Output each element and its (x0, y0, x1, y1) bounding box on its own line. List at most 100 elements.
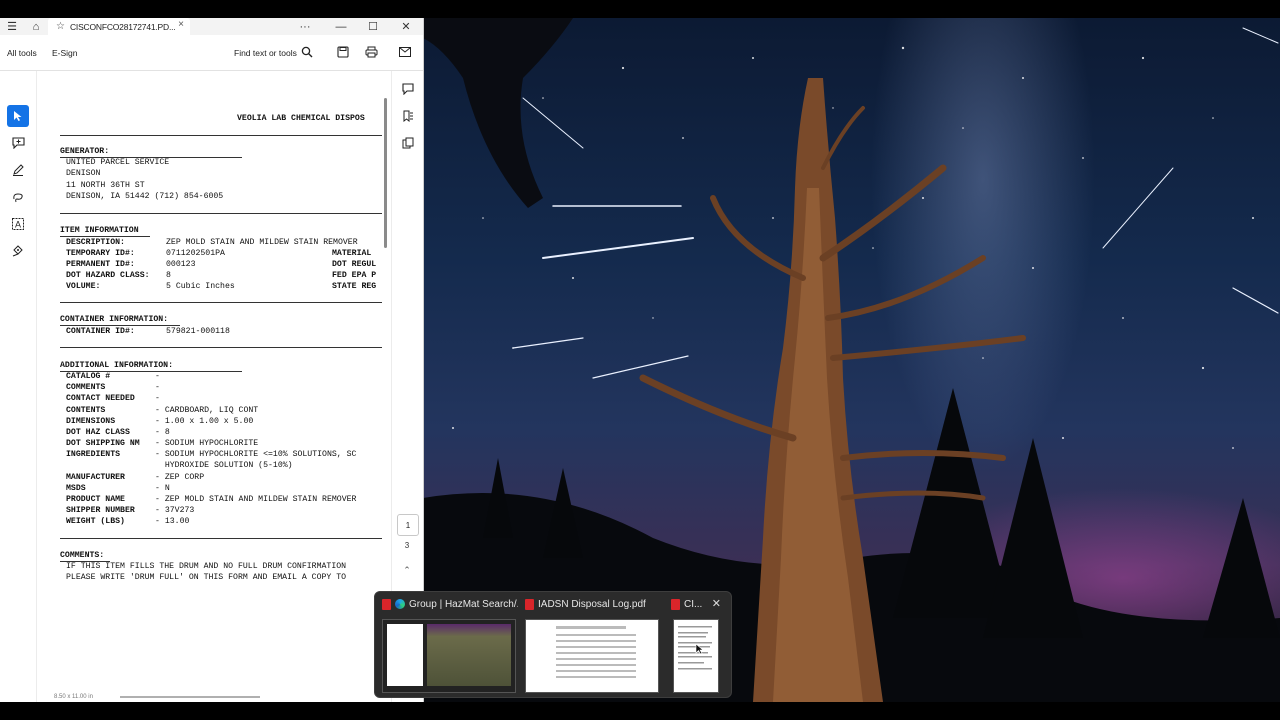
search-icon[interactable] (298, 43, 316, 61)
close-window-icon[interactable]: ✕ (395, 18, 417, 35)
main-toolbar: All tools E-Sign Find text or tools (0, 35, 423, 71)
item-heading: ITEM INFORMATION (60, 226, 139, 235)
item-value: 000123 (166, 260, 196, 269)
page-size-label: 8.50 x 11.00 in (54, 694, 93, 700)
left-tool-rail: A (0, 71, 37, 702)
generator-line: UNITED PARCEL SERVICE (66, 158, 170, 167)
additional-value: - (155, 372, 160, 381)
email-icon[interactable] (396, 43, 414, 61)
document-view[interactable]: VEOLIA LAB CHEMICAL DISPOS GENERATOR: UN… (37, 71, 383, 691)
additional-value: - 13.00 (155, 517, 190, 526)
rule (60, 302, 382, 303)
comments-heading: COMMENTS: (60, 551, 105, 560)
document-tab[interactable]: ☆ CISCONFCO28172741.PD... × (48, 18, 190, 35)
container-label: CONTAINER ID#: (66, 327, 135, 336)
additional-label: COMMENTS (66, 383, 106, 392)
rule (60, 213, 382, 214)
vertical-scrollbar[interactable] (384, 98, 387, 248)
additional-label: WEIGHT (LBS) (66, 517, 125, 526)
additional-label: INGREDIENTS (66, 450, 121, 459)
preview-item-disposal-log[interactable]: IADSN Disposal Log.pdf (523, 592, 663, 697)
text-box-icon[interactable]: A (7, 213, 29, 235)
additional-label: MANUFACTURER (66, 473, 125, 482)
additional-label: SHIPPER NUMBER (66, 506, 135, 515)
select-tool-icon[interactable] (7, 105, 29, 127)
total-pages: 3 (404, 541, 410, 550)
horizontal-scrollbar[interactable] (120, 696, 260, 698)
preview-title: Group | HazMat Search/... (409, 598, 518, 610)
additional-heading: ADDITIONAL INFORMATION: (60, 361, 174, 370)
close-tab-icon[interactable]: × (178, 19, 184, 30)
more-options-icon[interactable]: ··· (295, 18, 315, 35)
generator-line: DENISON (66, 169, 101, 178)
additional-value: - SODIUM HYPOCHLORITE (155, 439, 259, 448)
item-label: TEMPORARY ID#: (66, 249, 135, 258)
save-icon[interactable] (334, 43, 352, 61)
preview-title: IADSN Disposal Log.pdf (538, 598, 646, 610)
all-tools-button[interactable]: All tools (7, 48, 37, 58)
additional-label: CATALOG # (66, 372, 111, 381)
pdf-icon (525, 598, 534, 610)
additional-value: - SODIUM HYPOCHLORITE <=10% SOLUTIONS, S… (155, 450, 357, 459)
preview-thumbnail (382, 619, 516, 693)
additional-value: - N (155, 484, 170, 493)
taskbar-preview: Group | HazMat Search/... IADSN Disposal… (374, 591, 732, 698)
additional-label: CONTACT NEEDED (66, 394, 135, 403)
preview-thumbnail (673, 619, 719, 693)
additional-value: - CARDBOARD, LIQ CONT (155, 406, 259, 415)
svg-text:A: A (15, 220, 21, 230)
acrobat-window: ☰ ⌂ ☆ CISCONFCO28172741.PD... × ··· — ☐ … (0, 18, 424, 702)
comments-panel-icon[interactable] (398, 79, 418, 99)
item-value: ZEP MOLD STAIN AND MILDEW STAIN REMOVER (166, 238, 358, 247)
preview-title: CI... (684, 598, 703, 610)
draw-freehand-icon[interactable] (7, 186, 29, 208)
additional-label: DIMENSIONS (66, 417, 116, 426)
home-icon[interactable]: ⌂ (26, 18, 46, 35)
container-heading: CONTAINER INFORMATION: (60, 315, 169, 324)
additional-label: CONTENTS (66, 406, 106, 415)
pdf-icon (382, 598, 391, 610)
item-right-label: STATE REG (332, 282, 377, 291)
generator-line: DENISON, IA 51442 (712) 854-6005 (66, 192, 224, 201)
item-label: VOLUME: (66, 282, 101, 291)
additional-value: - 1.00 x 1.00 x 5.00 (155, 417, 254, 426)
additional-label: DOT SHIPPING NM (66, 439, 140, 448)
additional-value: - ZEP MOLD STAIN AND MILDEW STAIN REMOVE… (155, 495, 357, 504)
item-right-label: FED EPA P (332, 271, 377, 280)
preview-thumbnail (525, 619, 659, 693)
item-right-label: MATERIAL (332, 249, 372, 258)
preview-item-hazmat[interactable]: Group | HazMat Search/... (380, 592, 518, 697)
preview-item-current-pdf[interactable]: CI... ✕ (669, 592, 727, 697)
minimize-icon[interactable]: — (330, 18, 352, 35)
bookmarks-icon[interactable] (398, 106, 418, 126)
highlight-pen-icon[interactable] (7, 159, 29, 181)
rule (60, 538, 382, 539)
maximize-icon[interactable]: ☐ (362, 18, 384, 35)
close-preview-icon[interactable]: ✕ (712, 597, 721, 610)
print-icon[interactable] (362, 43, 380, 61)
item-right-label: DOT REGUL (332, 260, 377, 269)
additional-value: - 37V273 (155, 506, 195, 515)
additional-value: - (155, 394, 160, 403)
menu-icon[interactable]: ☰ (2, 18, 22, 35)
sign-pen-icon[interactable] (7, 240, 29, 262)
screen-bottom-bar (0, 702, 1280, 720)
item-label: PERMANENT ID#: (66, 260, 135, 269)
additional-label: PRODUCT NAME (66, 495, 125, 504)
chevron-up-icon[interactable]: ⌃ (397, 565, 417, 576)
additional-value: - ZEP CORP (155, 473, 205, 482)
item-value: 8 (166, 271, 171, 280)
find-text-button[interactable]: Find text or tools (234, 48, 297, 58)
item-value: 5 Cubic Inches (166, 282, 235, 291)
pages-panel-icon[interactable] (398, 133, 418, 153)
current-page-box[interactable]: 1 (397, 514, 419, 536)
additional-value: HYDROXIDE SOLUTION (5-10%) (155, 461, 293, 470)
thumbnail-art (678, 626, 712, 670)
star-icon[interactable]: ☆ (56, 21, 65, 32)
edge-icon (395, 599, 405, 609)
screen-top-bar (0, 0, 1280, 18)
generator-heading: GENERATOR: (60, 147, 110, 156)
rule (60, 135, 382, 136)
esign-button[interactable]: E-Sign (52, 48, 78, 58)
add-comment-icon[interactable] (7, 132, 29, 154)
